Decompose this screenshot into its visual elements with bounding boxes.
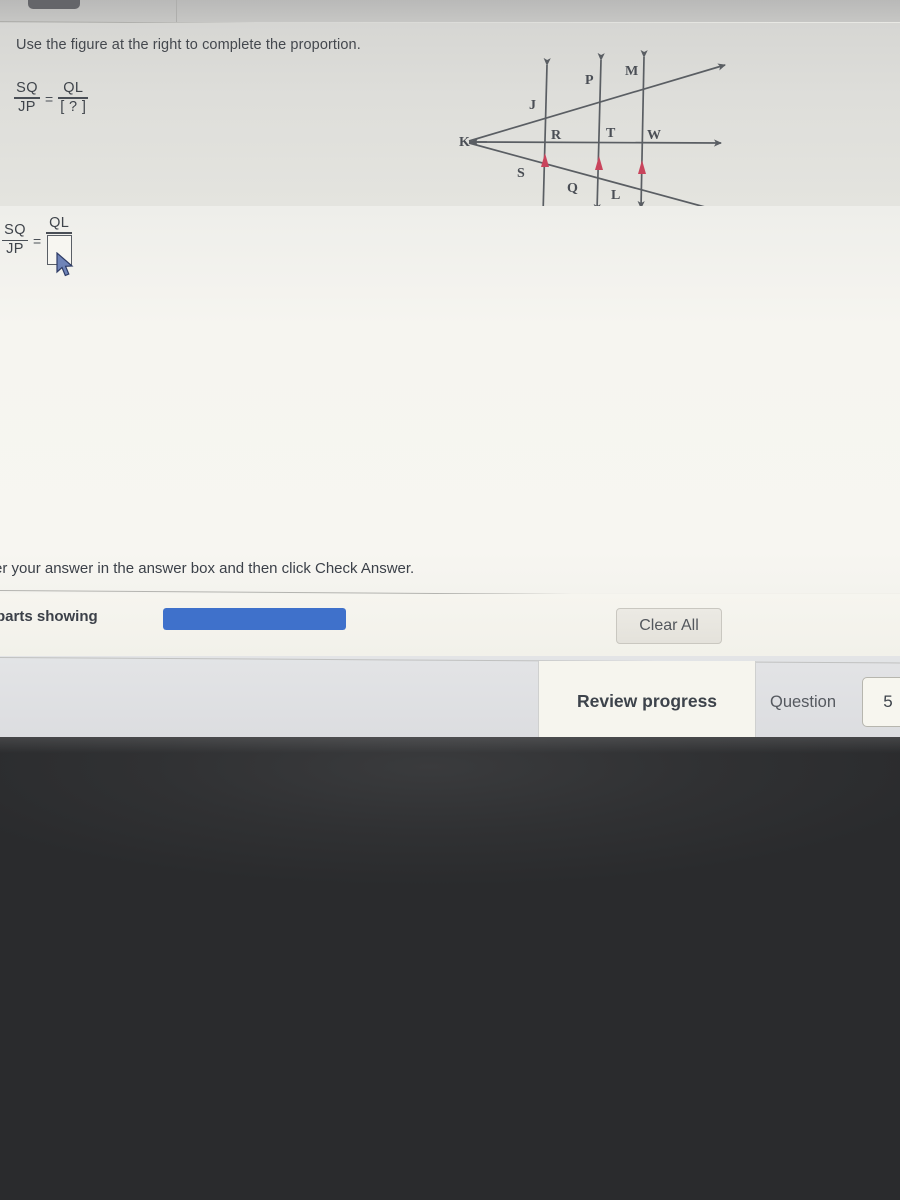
svg-text:K: K [459,135,470,150]
clear-all-button[interactable]: Clear All [616,608,722,644]
chrome-divider [176,0,177,22]
ray-middle [468,139,722,147]
browser-chrome-sliver [0,0,900,22]
question-right-numerator: QL [63,80,84,96]
ray-upper [468,63,726,142]
question-fraction-right: QL [ ? ] [58,80,89,115]
bottom-nav-bar [0,656,900,737]
parts-showing-label: parts showing [0,608,98,625]
svg-text:M: M [625,64,638,79]
progress-bar-fill [163,608,346,630]
answer-panel: SQ JP = QL [0,206,900,551]
answer-fraction-right: QL [46,215,73,265]
question-proportion: SQ JP = QL [ ? ] [14,80,89,115]
answer-proportion: SQ JP = QL [2,215,73,265]
svg-text:W: W [647,128,661,143]
answer-left-denominator: JP [6,241,24,258]
instruction-text: er your answer in the answer box and the… [0,560,415,577]
progress-bar [163,608,346,630]
parallel-line-2 [593,52,605,212]
svg-text:P: P [585,73,594,88]
parallel-line-1 [539,57,551,216]
laptop-bezel-and-keyboard: ⟳ ▭ ▣|| ◇ #3 $4 %5 ^6 &7 [0,737,900,1200]
figure-point-labels: K J R P T M W S Q L [459,64,661,203]
question-label: Question [770,693,837,711]
answer-input[interactable] [46,234,72,265]
fraction-bar [46,232,73,234]
equals-sign: = [45,90,54,107]
screen-edge-glow [0,737,900,753]
question-right-denominator-placeholder: [ ? ] [60,98,87,115]
equals-sign: = [33,233,42,250]
svg-text:T: T [606,126,616,141]
progress-strip: parts showing [0,594,900,656]
question-prompt: Use the figure at the right to complete … [16,37,361,53]
answer-left-numerator: SQ [4,222,26,239]
parallel-line-3 [637,49,648,209]
question-left-numerator: SQ [16,80,38,96]
review-progress-button[interactable]: Review progress [538,661,756,737]
svg-text:J: J [529,98,536,113]
question-left-denominator: JP [18,98,36,115]
question-fraction-left: SQ JP [14,80,40,115]
question-panel: Use the figure at the right to complete … [0,23,900,216]
svg-text:R: R [551,128,562,143]
instruction-strip: er your answer in the answer box and the… [0,551,900,593]
answer-fraction-left: SQ JP [2,223,28,257]
laptop-screen: Use the figure at the right to complete … [0,0,900,737]
parallel-marks [541,153,646,174]
browser-tab-stub[interactable] [28,0,80,9]
answer-right-numerator: QL [49,215,70,231]
svg-text:S: S [517,166,525,181]
svg-text:L: L [611,188,620,203]
geometry-figure: K J R P T M W S Q L [425,43,755,233]
svg-text:Q: Q [567,181,578,196]
question-number-input[interactable]: 5 [862,677,900,727]
